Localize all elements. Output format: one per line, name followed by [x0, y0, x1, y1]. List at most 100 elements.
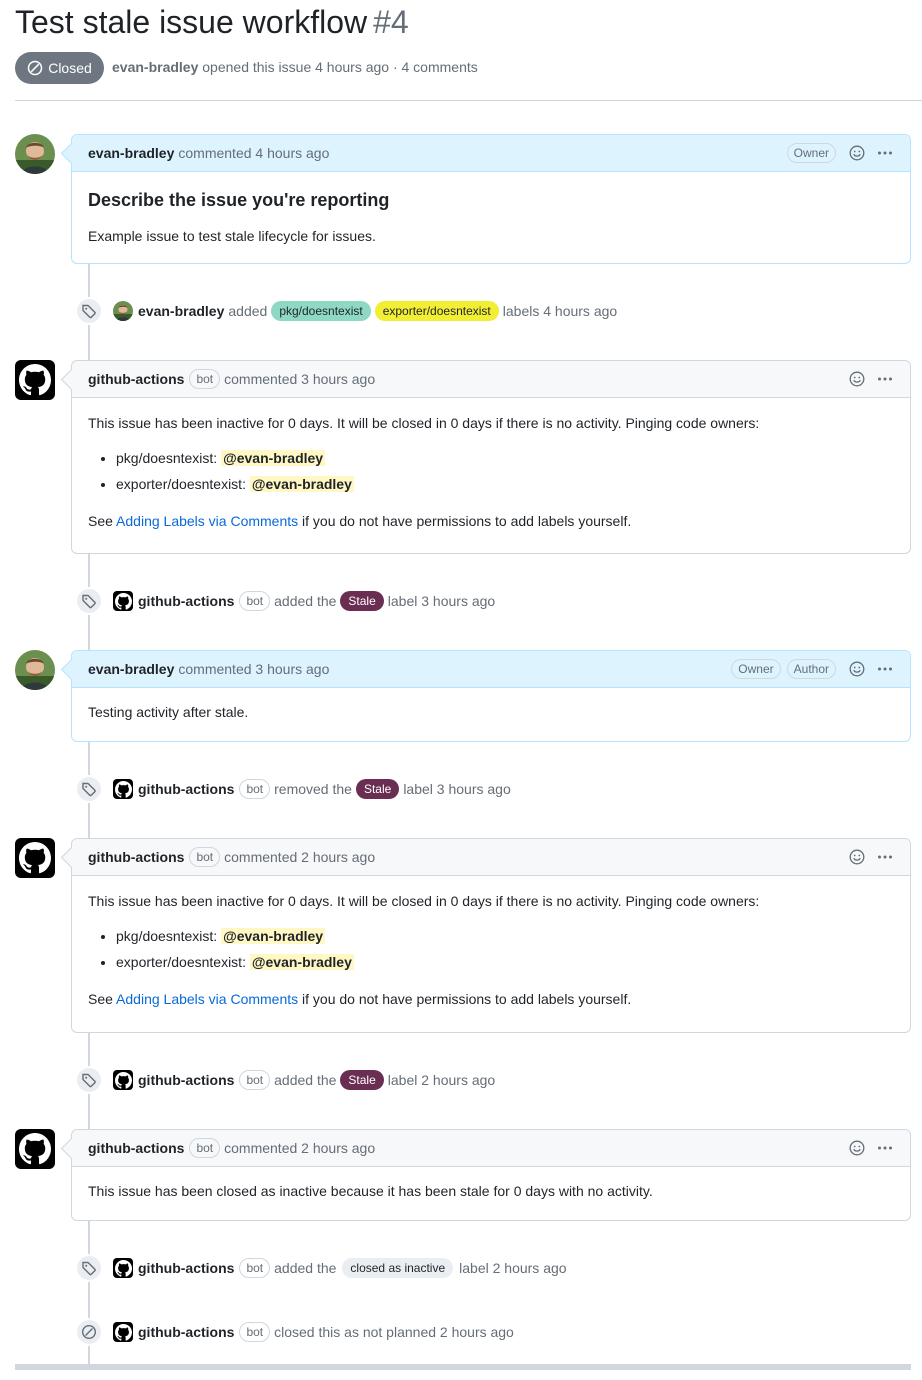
- user-mention[interactable]: @evan-bradley: [249, 954, 354, 970]
- avatar[interactable]: [113, 1258, 133, 1278]
- avatar[interactable]: [15, 650, 55, 690]
- comment-body: Testing activity after stale.: [72, 688, 910, 739]
- avatar[interactable]: [113, 591, 133, 611]
- bot-badge: bot: [239, 1258, 271, 1278]
- avatar[interactable]: [113, 1322, 133, 1342]
- see-text: See: [88, 513, 113, 529]
- comment-author[interactable]: github-actions: [88, 849, 184, 865]
- comment-timestamp[interactable]: commented 4 hours ago: [178, 145, 329, 161]
- tag-icon: [75, 1254, 103, 1282]
- avatar[interactable]: [113, 779, 133, 799]
- kebab-horizontal-icon[interactable]: [876, 660, 894, 678]
- avatar[interactable]: [113, 1070, 133, 1090]
- github-mark-icon: [19, 842, 51, 874]
- label-chip[interactable]: pkg/doesntexist: [271, 301, 371, 321]
- label-chip[interactable]: Stale: [340, 1070, 384, 1090]
- avatar[interactable]: [15, 838, 55, 878]
- user-mention[interactable]: @evan-bradley: [249, 476, 354, 492]
- avatar[interactable]: [113, 301, 133, 321]
- github-mark-icon: [19, 364, 51, 396]
- list-item: pkg/doesntexist: @evan-bradley: [116, 926, 894, 947]
- user-mention[interactable]: @evan-bradley: [221, 928, 326, 944]
- comment-body: Describe the issue you're reporting Exam…: [72, 172, 910, 263]
- comment-body: This issue has been inactive for 0 days.…: [72, 398, 910, 548]
- comment-author[interactable]: evan-bradley: [88, 661, 174, 677]
- owner-list: pkg/doesntexist: @evan-bradley exporter/…: [88, 448, 894, 495]
- label-chip[interactable]: Stale: [355, 779, 400, 799]
- comment: github-actions bot commented 3 hours ago…: [71, 360, 911, 554]
- issue-author-link[interactable]: evan-bradley: [112, 59, 198, 75]
- bot-badge: bot: [239, 1322, 271, 1342]
- kebab-horizontal-icon[interactable]: [876, 144, 894, 162]
- comment-timestamp[interactable]: commented 2 hours ago: [224, 1140, 375, 1156]
- list-item-label: pkg/doesntexist:: [116, 450, 218, 466]
- avatar[interactable]: [15, 134, 55, 174]
- comment: evan-bradley commented 3 hours ago Owner…: [71, 650, 911, 742]
- tag-icon: [75, 1066, 103, 1094]
- list-item: pkg/doesntexist: @evan-bradley: [116, 448, 894, 469]
- owner-badge: Owner: [786, 143, 836, 163]
- event-tail: label 3 hours ago: [403, 781, 511, 797]
- event-verb: added the: [274, 593, 337, 609]
- event-actor[interactable]: evan-bradley: [138, 303, 224, 319]
- kebab-horizontal-icon[interactable]: [876, 1139, 894, 1157]
- comment-header: github-actions bot commented 3 hours ago: [72, 361, 910, 398]
- tag-icon: [75, 587, 103, 615]
- label-chip[interactable]: Stale: [340, 591, 384, 611]
- comment: github-actions bot commented 2 hours ago…: [71, 1129, 911, 1221]
- event-actor[interactable]: github-actions: [138, 1260, 234, 1276]
- adding-labels-link[interactable]: Adding Labels via Comments: [116, 513, 298, 529]
- tag-icon: [75, 775, 103, 803]
- github-mark-icon: [115, 1072, 132, 1089]
- bot-badge: bot: [189, 847, 221, 867]
- kebab-horizontal-icon[interactable]: [876, 370, 894, 388]
- issue-number: #4: [373, 4, 409, 40]
- comment-timestamp[interactable]: commented 3 hours ago: [224, 371, 375, 387]
- comment-timestamp[interactable]: commented 2 hours ago: [224, 849, 375, 865]
- smiley-icon[interactable]: [848, 660, 866, 678]
- comment-author[interactable]: github-actions: [88, 371, 184, 387]
- event-actor[interactable]: github-actions: [138, 781, 234, 797]
- list-item: exporter/doesntexist: @evan-bradley: [116, 474, 894, 495]
- owner-list: pkg/doesntexist: @evan-bradley exporter/…: [88, 926, 894, 973]
- bot-badge: bot: [189, 1138, 221, 1158]
- comment-timestamp[interactable]: commented 3 hours ago: [178, 661, 329, 677]
- event-verb: added: [228, 303, 268, 319]
- state-badge: Closed: [15, 52, 104, 84]
- issue-meta-text: opened this issue 4 hours ago · 4 commen…: [202, 59, 478, 75]
- tag-icon: [75, 297, 103, 325]
- smiley-icon[interactable]: [848, 848, 866, 866]
- avatar[interactable]: [15, 360, 55, 400]
- label-chip[interactable]: closed as inactive: [342, 1258, 454, 1278]
- comment-author[interactable]: evan-bradley: [88, 145, 174, 161]
- comment: evan-bradley commented 4 hours ago Owner…: [71, 134, 911, 264]
- timeline-event: evan-bradley added pkg/doesntexist expor…: [75, 297, 617, 325]
- smiley-icon[interactable]: [848, 144, 866, 162]
- user-avatar-image: [15, 134, 55, 174]
- event-actor[interactable]: github-actions: [138, 593, 234, 609]
- event-actor[interactable]: github-actions: [138, 1324, 234, 1340]
- smiley-icon[interactable]: [848, 370, 866, 388]
- comment-header: evan-bradley commented 4 hours ago Owner: [72, 135, 910, 172]
- event-verb: added the: [274, 1260, 337, 1276]
- github-mark-icon: [115, 781, 132, 798]
- user-mention[interactable]: @evan-bradley: [221, 450, 326, 466]
- skip-circle-icon: [27, 60, 43, 76]
- event-verb: added the: [274, 1072, 337, 1088]
- kebab-horizontal-icon[interactable]: [876, 848, 894, 866]
- header-divider: [15, 100, 922, 101]
- label-chip[interactable]: exporter/doesntexist: [374, 301, 499, 321]
- state-label: Closed: [48, 60, 92, 76]
- comment-text: This issue has been closed as inactive b…: [88, 1183, 653, 1199]
- comment-header: github-actions bot commented 2 hours ago: [72, 839, 910, 876]
- adding-labels-link[interactable]: Adding Labels via Comments: [116, 991, 298, 1007]
- github-mark-icon: [115, 1324, 132, 1341]
- smiley-icon[interactable]: [848, 1139, 866, 1157]
- github-mark-icon: [115, 1260, 132, 1277]
- avatar[interactable]: [15, 1129, 55, 1169]
- event-actor[interactable]: github-actions: [138, 1072, 234, 1088]
- github-mark-icon: [19, 1133, 51, 1165]
- comment: github-actions bot commented 2 hours ago…: [71, 838, 911, 1033]
- comment-author[interactable]: github-actions: [88, 1140, 184, 1156]
- page-title: Test stale issue workflow #4: [15, 2, 409, 42]
